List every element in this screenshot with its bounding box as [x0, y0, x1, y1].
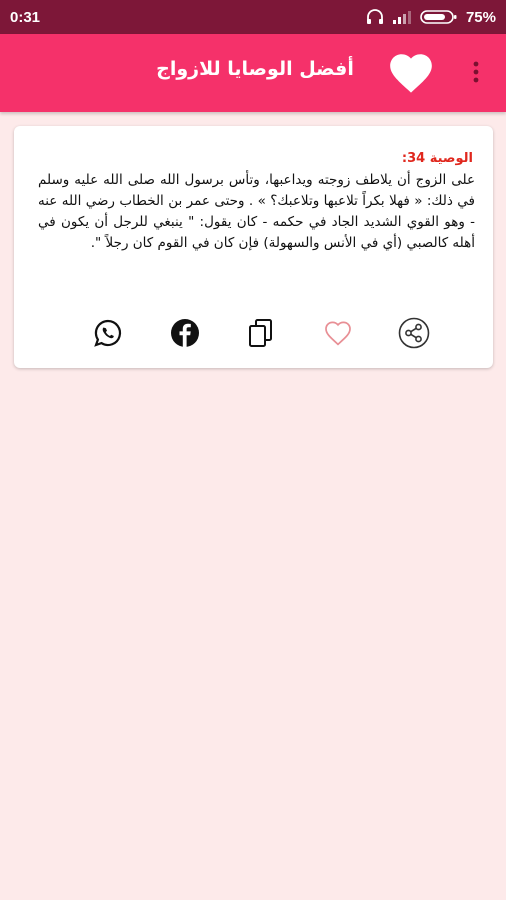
tip-label: الوصية 34: [401, 151, 473, 166]
heart-icon [390, 54, 432, 93]
favorite-button[interactable] [322, 317, 354, 349]
heart-outline-icon [324, 321, 351, 346]
status-icons: 75% [366, 9, 496, 26]
facebook-share-button[interactable] [169, 317, 201, 349]
tip-actions [92, 316, 430, 350]
headphones-icon [366, 9, 383, 24]
copy-button[interactable] [245, 317, 277, 349]
app-title: أفضل الوصايا للازواج [156, 58, 354, 80]
signal-icon [392, 11, 411, 24]
favorites-button[interactable] [386, 48, 436, 98]
battery-icon [420, 10, 457, 24]
facebook-icon [170, 319, 199, 347]
tip-text: على الزوج أن يلاطف زوجته ويداعبها، وتأس … [38, 172, 475, 251]
more-vert-icon [473, 61, 479, 83]
whatsapp-share-button[interactable] [92, 317, 124, 349]
share-icon [398, 317, 430, 349]
overflow-menu-button[interactable] [464, 57, 488, 87]
battery-level: 75% [465, 8, 496, 26]
tip-card: الوصية 34: على الزوج أن يلاطف زوجته ويدا… [14, 126, 493, 368]
app-bar: أفضل الوصايا للازواج [0, 34, 506, 112]
copy-icon [249, 319, 272, 347]
share-button[interactable] [398, 317, 430, 349]
status-bar: 0:31 75% [0, 0, 506, 34]
status-time: 0:31 [10, 8, 41, 26]
whatsapp-icon [94, 319, 122, 347]
